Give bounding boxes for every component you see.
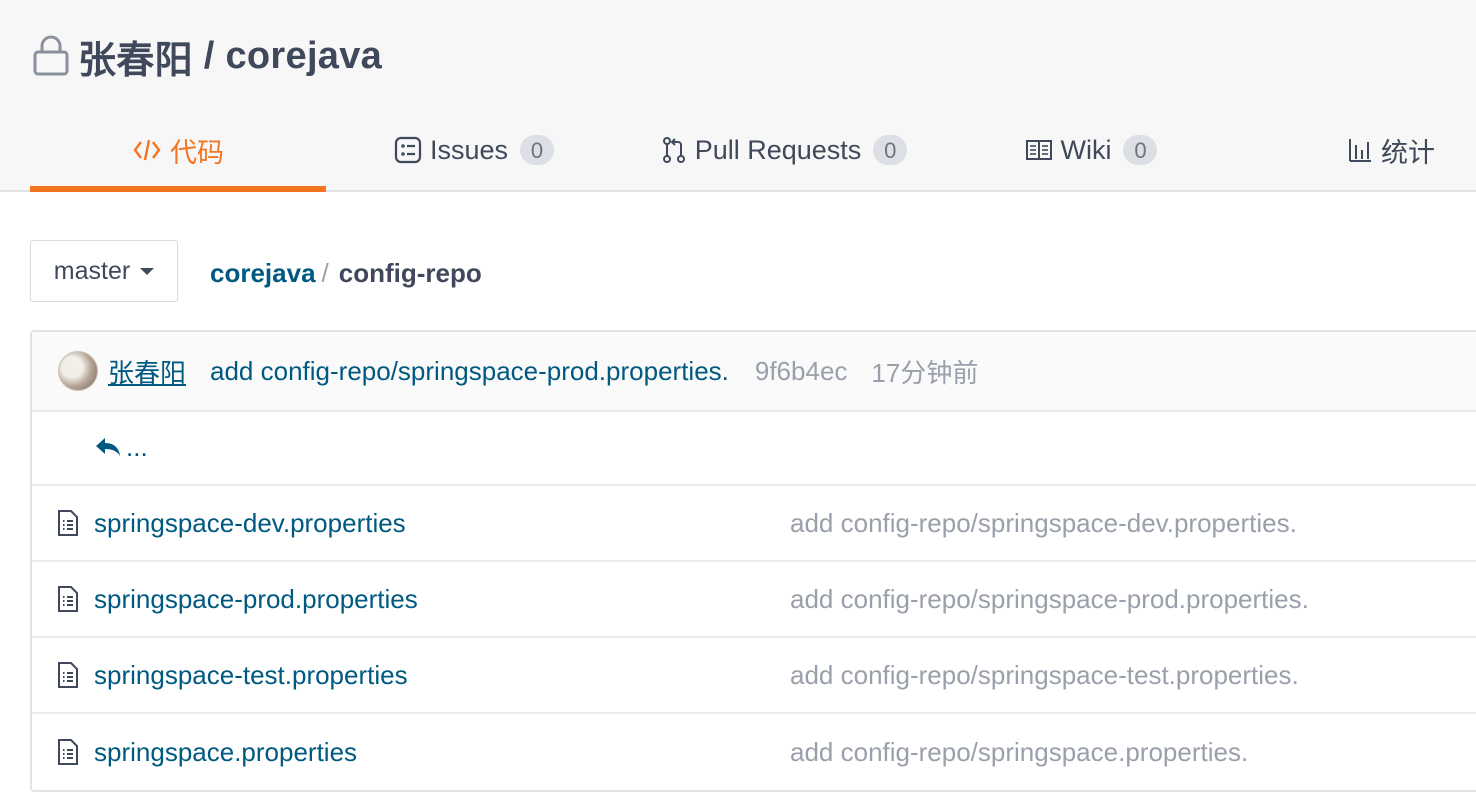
file-icon bbox=[58, 662, 78, 688]
branch-select-button[interactable]: master bbox=[30, 240, 178, 302]
breadcrumb-current: config-repo bbox=[338, 257, 482, 288]
file-commit-message[interactable]: add config-repo/springspace-prod.propert… bbox=[790, 584, 1309, 615]
avatar[interactable] bbox=[58, 351, 98, 391]
file-row[interactable]: springspace.properties add config-repo/s… bbox=[32, 714, 1476, 790]
tab-issues-label: Issues bbox=[429, 134, 509, 165]
breadcrumb-separator: / bbox=[321, 257, 329, 288]
breadcrumb: corejava / config-repo bbox=[210, 250, 482, 296]
wiki-icon bbox=[1025, 140, 1052, 160]
file-row[interactable]: springspace-test.properties add config-r… bbox=[32, 638, 1476, 714]
file-name-link[interactable]: springspace-test.properties bbox=[94, 660, 774, 691]
pull-requests-count-badge: 0 bbox=[873, 135, 908, 165]
breadcrumb-root-link[interactable]: corejava bbox=[210, 258, 316, 289]
code-icon bbox=[133, 139, 161, 161]
commit-time: 17分钟前 bbox=[871, 357, 979, 388]
lock-icon bbox=[33, 35, 69, 76]
pull-request-icon bbox=[662, 137, 685, 163]
commit-author-link[interactable]: 张春阳 bbox=[108, 353, 186, 390]
file-commit-message[interactable]: add config-repo/springspace-dev.properti… bbox=[790, 508, 1297, 539]
file-name-link[interactable]: springspace-prod.properties bbox=[94, 584, 774, 615]
issues-icon bbox=[394, 136, 422, 164]
tab-stats-label: 统计 bbox=[1381, 137, 1435, 168]
file-commit-message[interactable]: add config-repo/springspace.properties. bbox=[790, 737, 1248, 768]
repo-header: 张春阳 / corejava 代码 Issues 0 Pull Requests… bbox=[0, 0, 1476, 192]
caret-down-icon bbox=[140, 267, 155, 275]
reply-back-icon bbox=[96, 438, 120, 456]
tab-pull-requests[interactable]: Pull Requests 0 bbox=[652, 110, 916, 190]
tab-issues[interactable]: Issues 0 bbox=[388, 110, 560, 190]
file-icon bbox=[58, 510, 78, 536]
wiki-count-badge: 0 bbox=[1123, 135, 1158, 165]
file-name-link[interactable]: springspace-dev.properties bbox=[94, 508, 774, 539]
tab-code-label: 代码 bbox=[170, 137, 224, 168]
file-row[interactable]: springspace-prod.properties add config-r… bbox=[32, 562, 1476, 638]
branch-name: master bbox=[53, 256, 131, 285]
repo-name[interactable]: corejava bbox=[225, 35, 382, 78]
file-name-link[interactable]: springspace.properties bbox=[94, 737, 774, 768]
commit-sha[interactable]: 9f6b4ec bbox=[755, 356, 848, 387]
commit-message-link[interactable]: add config-repo/springspace-prod.propert… bbox=[210, 356, 729, 387]
file-commit-message[interactable]: add config-repo/springspace-test.propert… bbox=[790, 660, 1299, 691]
parent-directory-row[interactable]: ... bbox=[32, 410, 1476, 486]
tab-pull-requests-label: Pull Requests bbox=[694, 134, 862, 165]
file-list: 张春阳 add config-repo/springspace-prod.pro… bbox=[30, 330, 1476, 792]
file-icon bbox=[58, 739, 78, 765]
issues-count-badge: 0 bbox=[520, 135, 555, 165]
tab-stats[interactable]: 统计 bbox=[1336, 110, 1446, 190]
repo-title: 张春阳 / corejava bbox=[32, 32, 382, 82]
parent-directory-link[interactable]: ... bbox=[94, 432, 148, 463]
latest-commit-bar: 张春阳 add config-repo/springspace-prod.pro… bbox=[32, 332, 1476, 412]
repo-tabs: 代码 Issues 0 Pull Requests 0 Wiki 0 统计 bbox=[0, 110, 1476, 192]
repo-owner[interactable]: 张春阳 bbox=[78, 29, 193, 84]
tab-wiki-label: Wiki bbox=[1060, 134, 1112, 165]
stats-icon bbox=[1349, 139, 1371, 162]
file-row[interactable]: springspace-dev.properties add config-re… bbox=[32, 486, 1476, 562]
repo-title-separator: / bbox=[192, 34, 226, 77]
parent-directory-label: ... bbox=[126, 431, 148, 462]
file-icon bbox=[58, 586, 78, 612]
tab-code[interactable]: 代码 bbox=[30, 110, 326, 192]
tab-wiki[interactable]: Wiki 0 bbox=[1018, 110, 1164, 190]
